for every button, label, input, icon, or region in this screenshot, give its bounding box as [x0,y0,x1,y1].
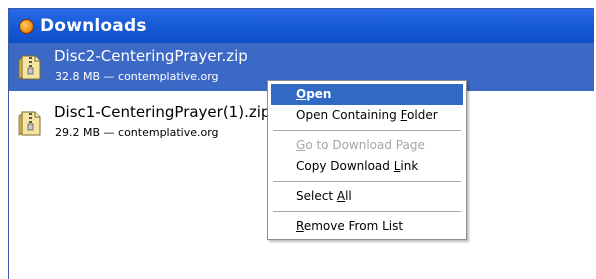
menu-item-open[interactable]: Open [271,84,463,105]
menu-separator [273,211,461,212]
download-filename: Disc1-CenteringPrayer(1).zip [54,103,271,121]
menu-separator [273,130,461,131]
window-title: Downloads [40,16,147,36]
context-menu: Open Open Containing Folder Go to Downlo… [267,80,467,240]
download-meta: 32.8 MB — contemplative.org [55,70,219,83]
firefox-icon [19,18,34,34]
menu-item-select-all[interactable]: Select All [271,186,463,207]
menu-item-go-to-download-page: Go to Download Page [296,138,425,152]
zip-file-icon [18,55,41,80]
menu-item-open-containing-folder[interactable]: Open Containing Folder [271,105,463,126]
menu-item-copy-download-link[interactable]: Copy Download Link [271,156,463,177]
menu-separator [273,181,461,182]
zip-file-icon [18,111,41,136]
menu-item-remove-from-list[interactable]: Remove From List [271,216,463,237]
download-filename: Disc2-CenteringPrayer.zip [54,47,248,65]
title-bar[interactable]: Downloads [9,9,594,43]
download-meta: 29.2 MB — contemplative.org [55,126,219,139]
